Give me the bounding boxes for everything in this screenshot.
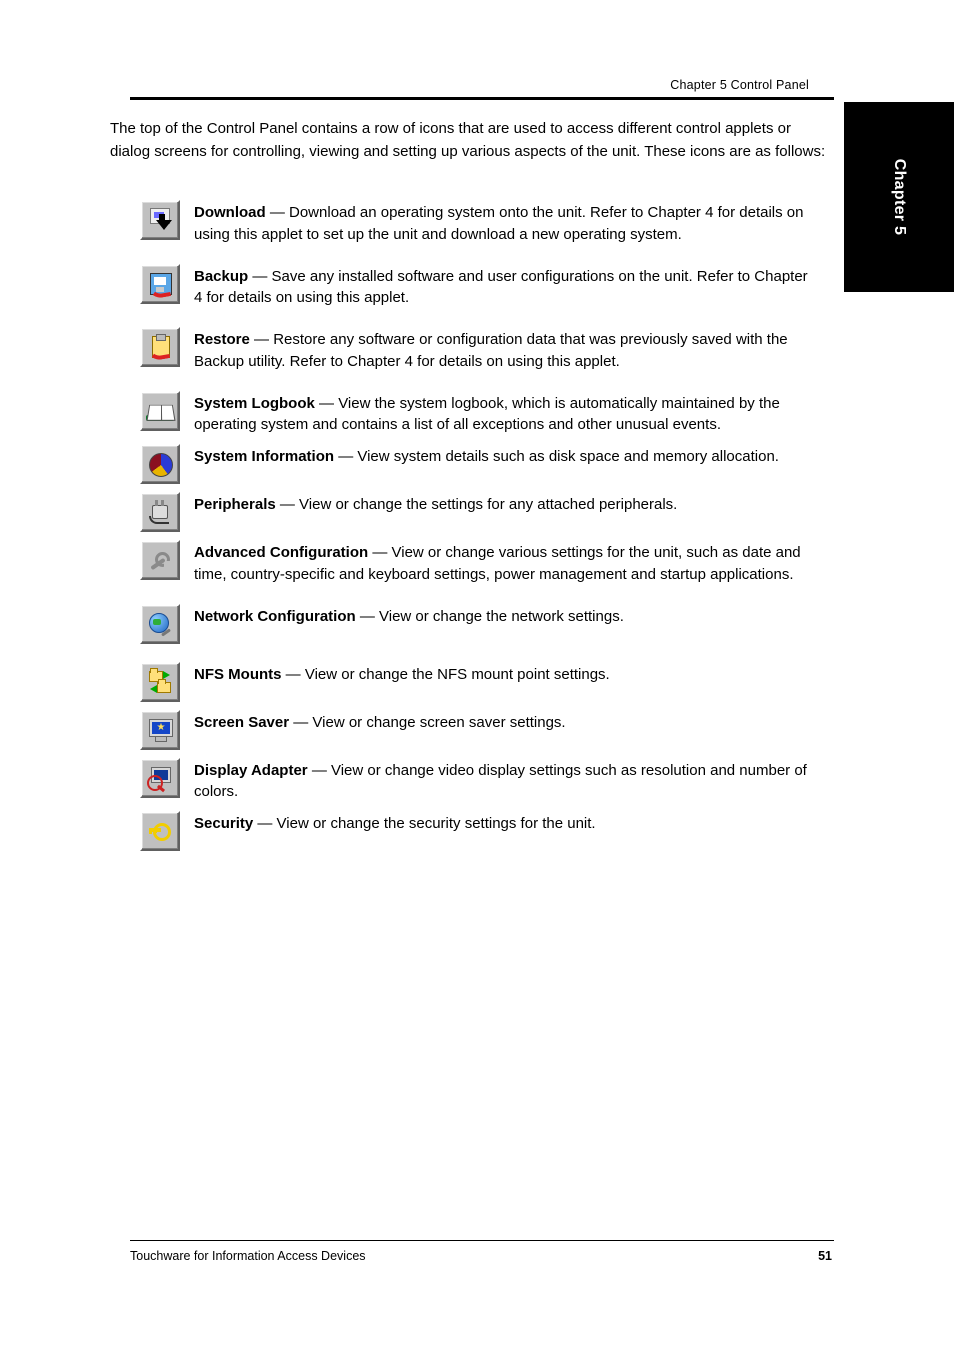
item-desc: — View system details such as disk space… [334,448,779,465]
item-desc: — Download an operating system onto the … [194,204,803,243]
list-item: Download — Download an operating system … [140,200,809,246]
item-desc: — Restore any software or configuration … [194,331,788,370]
item-title: Advanced Configuration [194,544,368,561]
list-item: Advanced Configuration — View or change … [140,540,809,586]
item-title: Security [194,815,253,832]
item-desc: — View or change screen saver settings. [289,714,566,731]
system-logbook-button[interactable] [140,391,180,431]
download-button[interactable] [140,200,180,240]
item-title: Screen Saver [194,714,289,731]
chapter-side-tab: Chapter 5 [844,102,954,292]
wrench-icon [146,546,174,574]
item-title: Peripherals [194,496,276,513]
item-desc: — View or change the settings for any at… [276,496,678,513]
list-item-text: Security — View or change the security s… [194,811,809,835]
display-adapter-button[interactable] [140,758,180,798]
list-item: NFS Mounts — View or change the NFS moun… [140,662,809,702]
restore-icon [146,333,174,361]
item-title: Download [194,204,266,221]
screen-saver-button[interactable] [140,710,180,750]
chapter-side-tab-label: Chapter 5 [890,159,908,236]
item-title: System Logbook [194,395,315,412]
list-item: Security — View or change the security s… [140,811,809,851]
document-page: Chapter 5 Control Panel Chapter 5 The to… [0,0,954,1351]
folders-icon [146,668,174,696]
peripherals-button[interactable] [140,492,180,532]
page-number: 51 [818,1249,832,1263]
globe-wrench-icon [146,610,174,638]
list-item: System Information — View system details… [140,444,809,484]
list-item-text: Display Adapter — View or change video d… [194,758,809,804]
intro-paragraph: The top of the Control Panel contains a … [110,118,834,163]
advanced-configuration-button[interactable] [140,540,180,580]
footer-title: Touchware for Information Access Devices [130,1249,366,1263]
system-information-button[interactable] [140,444,180,484]
running-header: Chapter 5 Control Panel [670,78,809,92]
icon-description-list: Download — Download an operating system … [140,200,809,859]
backup-button[interactable] [140,264,180,304]
item-desc: — View or change the network settings. [356,608,624,625]
item-title: System Information [194,448,334,465]
security-button[interactable] [140,811,180,851]
nfs-mounts-button[interactable] [140,662,180,702]
list-item-text: System Information — View system details… [194,444,809,468]
network-configuration-button[interactable] [140,604,180,644]
pie-chart-icon [146,450,174,478]
list-item-text: Backup — Save any installed software and… [194,264,809,310]
display-adapter-icon [146,764,174,792]
list-item: Screen Saver — View or change screen sav… [140,710,809,750]
item-desc: — View or change the security settings f… [253,815,595,832]
item-title: Backup [194,268,248,285]
save-icon [146,270,174,298]
monitor-star-icon [146,716,174,744]
item-title: Display Adapter [194,762,308,779]
list-item: Restore — Restore any software or config… [140,327,809,373]
bottom-rule [130,1240,834,1241]
list-item: Network Configuration — View or change t… [140,604,809,644]
list-item-text: Peripherals — View or change the setting… [194,492,809,516]
list-item-text: Screen Saver — View or change screen sav… [194,710,809,734]
list-item-text: NFS Mounts — View or change the NFS moun… [194,662,809,686]
item-desc: — Save any installed software and user c… [194,268,808,307]
list-item-text: Network Configuration — View or change t… [194,604,809,628]
arrow-down-icon [146,206,174,234]
key-icon [146,817,174,845]
plug-icon [146,498,174,526]
list-item: System Logbook — View the system logbook… [140,391,809,437]
list-item: Display Adapter — View or change video d… [140,758,809,804]
list-item-text: Restore — Restore any software or config… [194,327,809,373]
list-item: Peripherals — View or change the setting… [140,492,809,532]
list-item-text: System Logbook — View the system logbook… [194,391,809,437]
list-item: Backup — Save any installed software and… [140,264,809,310]
item-title: Network Configuration [194,608,356,625]
list-item-text: Download — Download an operating system … [194,200,809,246]
list-item-text: Advanced Configuration — View or change … [194,540,809,586]
book-icon [146,397,174,425]
item-title: Restore [194,331,250,348]
top-rule [130,97,834,100]
restore-button[interactable] [140,327,180,367]
item-desc: — View or change the NFS mount point set… [282,666,610,683]
item-title: NFS Mounts [194,666,282,683]
